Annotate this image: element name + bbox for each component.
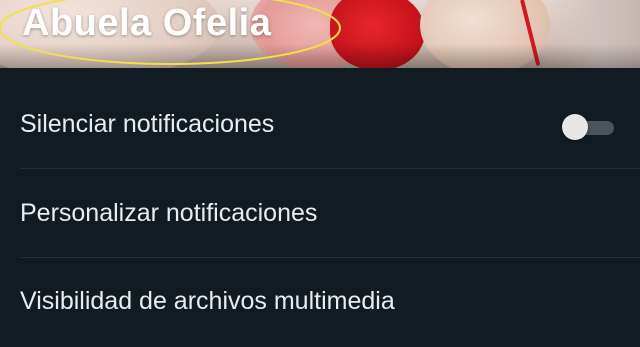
media-visibility-row[interactable]: Visibilidad de archivos multimedia <box>0 258 640 347</box>
media-visibility-label: Visibilidad de archivos multimedia <box>20 287 395 315</box>
custom-notifications-label: Personalizar notificaciones <box>20 199 318 227</box>
contact-info-screen: Abuela Ofelia Silenciar notificaciones P… <box>0 0 640 347</box>
mute-notifications-label: Silenciar notificaciones <box>20 110 275 138</box>
profile-photo-shade <box>0 44 640 68</box>
contact-header: Abuela Ofelia <box>0 0 640 68</box>
settings-list: Silenciar notificaciones Personalizar no… <box>0 80 640 347</box>
contact-name: Abuela Ofelia <box>22 2 272 44</box>
toggle-thumb <box>562 114 588 140</box>
custom-notifications-row[interactable]: Personalizar notificaciones <box>0 169 640 258</box>
mute-notifications-toggle[interactable] <box>562 114 616 140</box>
mute-notifications-row[interactable]: Silenciar notificaciones <box>0 80 640 169</box>
